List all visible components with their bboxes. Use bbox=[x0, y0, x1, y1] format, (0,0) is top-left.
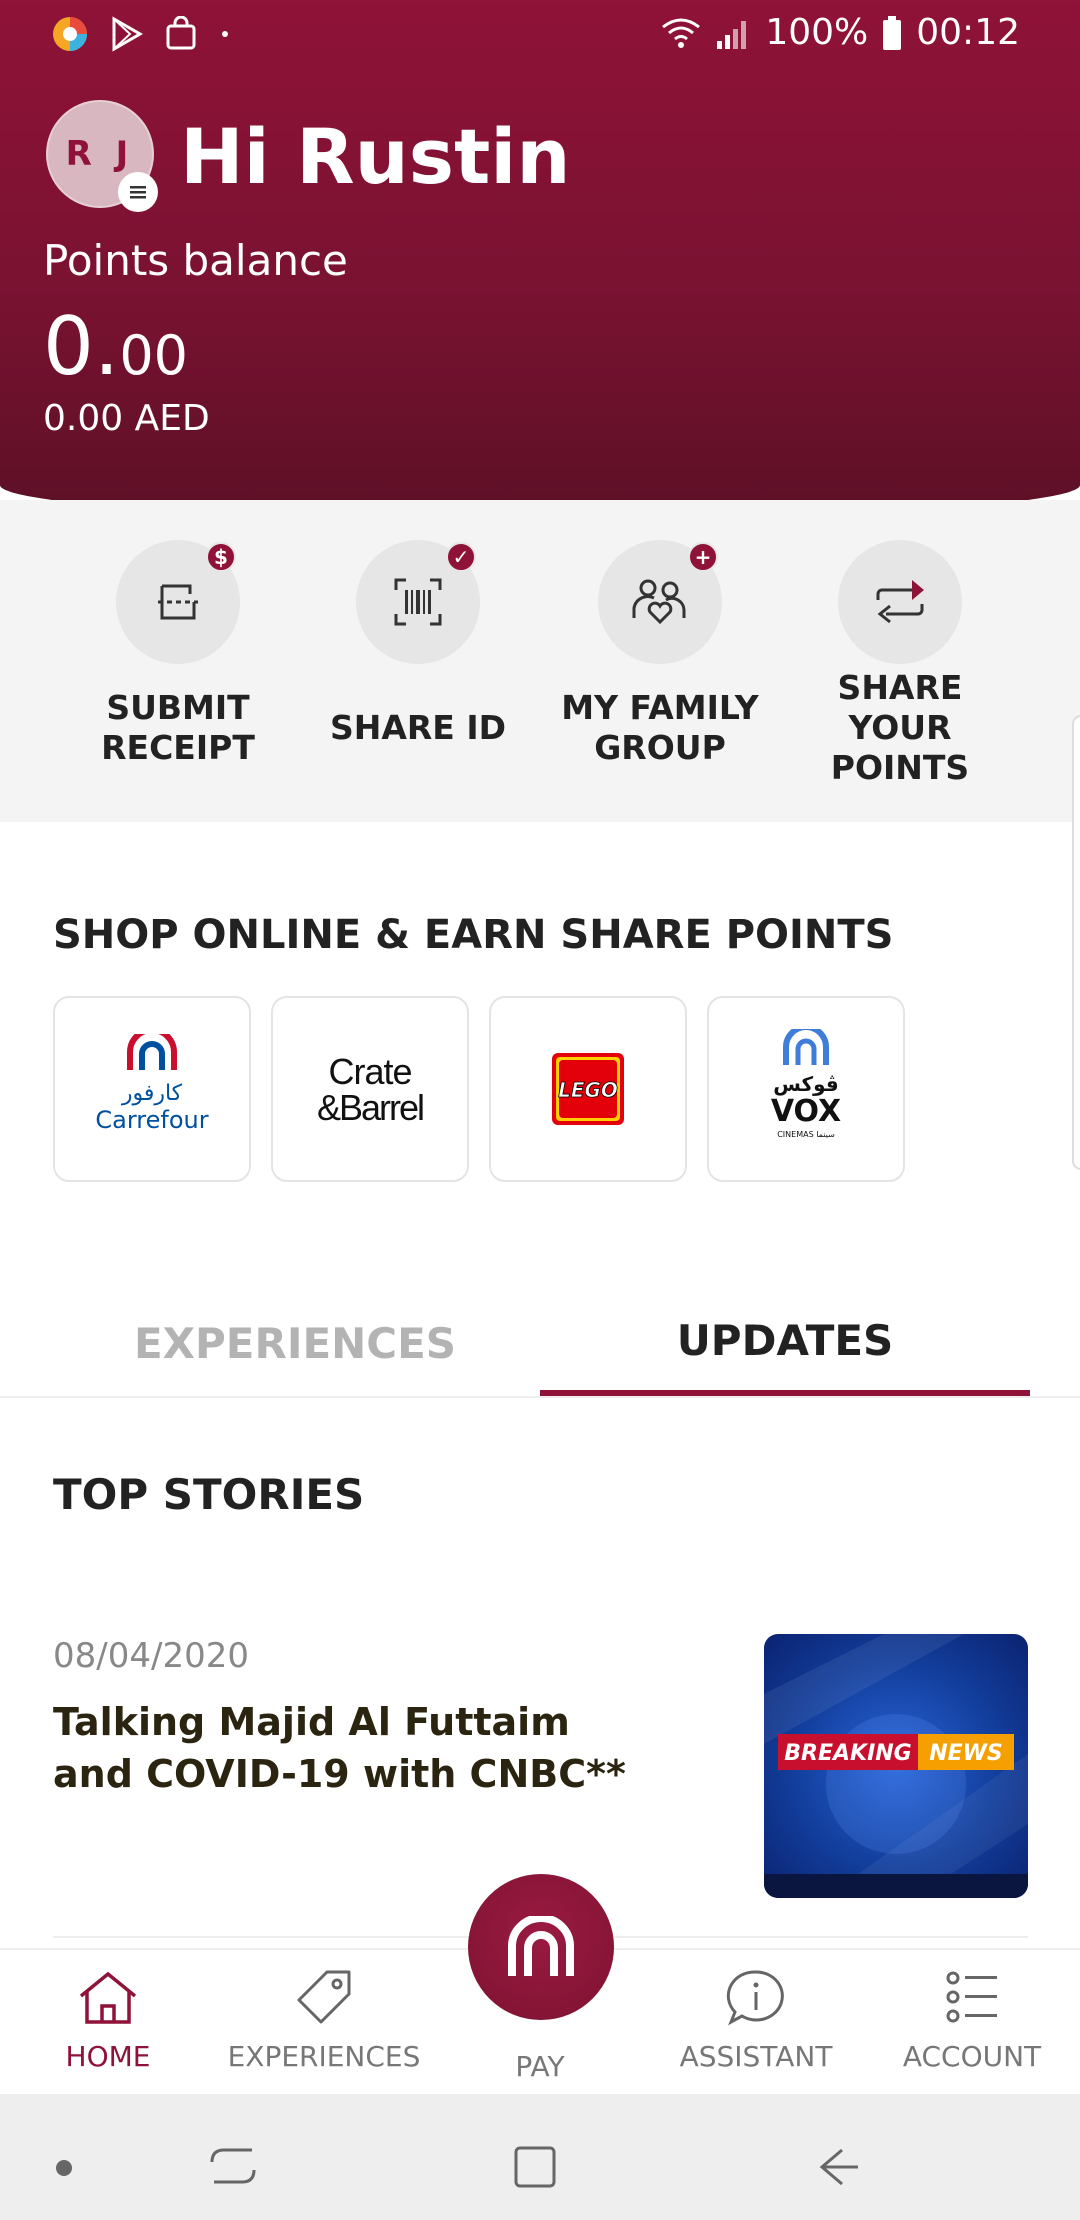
family-badge: + bbox=[688, 542, 718, 572]
browser-icon bbox=[53, 17, 87, 51]
nav-experiences-label: EXPERIENCES bbox=[227, 2040, 421, 2073]
tab-experiences[interactable]: EXPERIENCES bbox=[50, 1290, 540, 1396]
share-id-circle: ✓ bbox=[356, 540, 480, 664]
nav-account[interactable]: ACCOUNT bbox=[864, 1968, 1080, 2073]
side-drawer-handle[interactable] bbox=[1072, 715, 1080, 1170]
play-store-icon bbox=[112, 16, 144, 52]
brand-crate-barrel[interactable]: Crate &Barrel bbox=[271, 996, 469, 1182]
battery-icon bbox=[883, 15, 902, 50]
transfer-icon bbox=[876, 580, 924, 624]
brand-vox[interactable]: ڤوكس VOX CINEMAS سينما bbox=[707, 996, 905, 1182]
points-decimal: 00 bbox=[119, 324, 189, 387]
breaking-text: BREAKING bbox=[784, 1741, 911, 1766]
brand-lego[interactable]: LEGO bbox=[489, 996, 687, 1182]
pay-button[interactable] bbox=[468, 1874, 614, 2020]
points-aed-value: 0.00 AED bbox=[43, 398, 210, 439]
receipt-badge: $ bbox=[206, 542, 236, 572]
share-id-badge: ✓ bbox=[446, 542, 476, 572]
dot-nav-icon[interactable] bbox=[54, 2158, 74, 2178]
status-bar: 100% 00:12 bbox=[0, 0, 1080, 66]
menu-icon bbox=[130, 186, 146, 199]
info-icon bbox=[726, 1970, 784, 2026]
crate-barrel-logo: Crate &Barrel bbox=[317, 1051, 425, 1128]
header-banner: 100% 00:12 R J Hi Rustin Points balance … bbox=[0, 0, 1080, 520]
nav-experiences[interactable]: EXPERIENCES bbox=[216, 1968, 432, 2073]
carrefour-arabic: كارفور bbox=[121, 1081, 183, 1106]
share-points-label: SHARE YOUR POINTS bbox=[830, 668, 970, 787]
receipt-icon bbox=[158, 584, 198, 620]
carrefour-name: Carrefour bbox=[95, 1106, 208, 1134]
carrefour-logo: كارفور Carrefour bbox=[95, 1034, 209, 1134]
clock: 00:12 bbox=[916, 12, 1020, 53]
vox-sub: CINEMAS سينما bbox=[777, 1130, 835, 1139]
avatar-initials: R J bbox=[65, 134, 135, 174]
my-family-group-label: MY FAMILY GROUP bbox=[561, 688, 759, 767]
submit-receipt-label: SUBMIT RECEIPT bbox=[101, 688, 255, 767]
tab-updates[interactable]: UPDATES bbox=[540, 1290, 1030, 1396]
share-id-label: SHARE ID bbox=[329, 708, 507, 747]
vox-arabic: ڤوكس bbox=[773, 1072, 839, 1096]
wifi-icon bbox=[662, 18, 701, 48]
nav-home[interactable]: HOME bbox=[0, 1968, 216, 2073]
barcode-icon bbox=[394, 578, 442, 626]
share-points-circle bbox=[838, 540, 962, 664]
status-system: 100% 00:12 bbox=[661, 12, 1020, 53]
home-square-icon[interactable] bbox=[512, 2144, 558, 2190]
breaking-news-image: BREAKING NEWS bbox=[764, 1634, 1028, 1898]
app-root: 100% 00:12 R J Hi Rustin Points balance … bbox=[0, 0, 1080, 2220]
nav-home-label: HOME bbox=[65, 2040, 151, 2073]
points-balance-value: 0.00 bbox=[43, 300, 188, 393]
family-icon bbox=[632, 579, 686, 625]
brand-carrefour[interactable]: كارفور Carrefour bbox=[53, 996, 251, 1182]
vox-logo: ڤوكس VOX CINEMAS سينما bbox=[771, 1029, 841, 1139]
nav-account-label: ACCOUNT bbox=[902, 2040, 1042, 2073]
story-thumbnail[interactable]: BREAKING NEWS bbox=[764, 1634, 1028, 1898]
nav-pay-label: PAY bbox=[515, 2050, 565, 2083]
system-nav-bar bbox=[0, 2094, 1080, 2220]
points-whole: 0. bbox=[43, 300, 120, 393]
lego-logo: LEGO bbox=[552, 1053, 624, 1125]
avatar-menu-button[interactable] bbox=[118, 172, 158, 212]
maf-logo-icon bbox=[508, 1916, 574, 1976]
greeting: Hi Rustin bbox=[180, 112, 571, 201]
quick-actions: $ SUBMIT RECEIPT ✓ SHARE ID + MY FAMILY … bbox=[0, 500, 1080, 822]
crate-text: Crate bbox=[328, 1051, 411, 1092]
top-stories-title: TOP STORIES bbox=[53, 1470, 365, 1519]
family-group-circle: + bbox=[598, 540, 722, 664]
back-arrow-icon[interactable] bbox=[812, 2144, 862, 2190]
shop-online-title: SHOP ONLINE & EARN SHARE POINTS bbox=[53, 912, 894, 958]
news-text: NEWS bbox=[929, 1741, 1003, 1766]
lego-text: LEGO bbox=[558, 1078, 618, 1102]
status-notifications bbox=[50, 14, 232, 54]
nav-assistant[interactable]: ASSISTANT bbox=[648, 1968, 864, 2073]
shopping-bag-icon bbox=[166, 16, 196, 50]
tag-icon bbox=[297, 1970, 351, 2024]
battery-percent: 100% bbox=[765, 12, 869, 53]
story-title[interactable]: Talking Majid Al Futtaim and COVID-19 wi… bbox=[53, 1696, 653, 1800]
story-date: 08/04/2020 bbox=[53, 1636, 249, 1676]
nav-assistant-label: ASSISTANT bbox=[679, 2040, 833, 2073]
barrel-text: &Barrel bbox=[317, 1087, 423, 1128]
vox-name: VOX bbox=[771, 1094, 841, 1129]
content-tabs: EXPERIENCES UPDATES bbox=[0, 1290, 1080, 1398]
share-points-button[interactable]: SHARE YOUR POINTS bbox=[795, 540, 1005, 787]
submit-receipt-circle: $ bbox=[116, 540, 240, 664]
dot-icon bbox=[222, 31, 228, 37]
share-id-button[interactable]: ✓ SHARE ID bbox=[313, 540, 523, 768]
submit-receipt-button[interactable]: $ SUBMIT RECEIPT bbox=[73, 540, 283, 768]
nav-pay[interactable]: PAY bbox=[432, 2050, 648, 2083]
list-icon bbox=[946, 1971, 997, 2023]
my-family-group-button[interactable]: + MY FAMILY GROUP bbox=[555, 540, 765, 768]
home-icon bbox=[79, 1971, 137, 2024]
recent-apps-icon[interactable] bbox=[208, 2144, 258, 2188]
points-balance-label: Points balance bbox=[43, 236, 348, 285]
signal-icon bbox=[717, 20, 747, 49]
